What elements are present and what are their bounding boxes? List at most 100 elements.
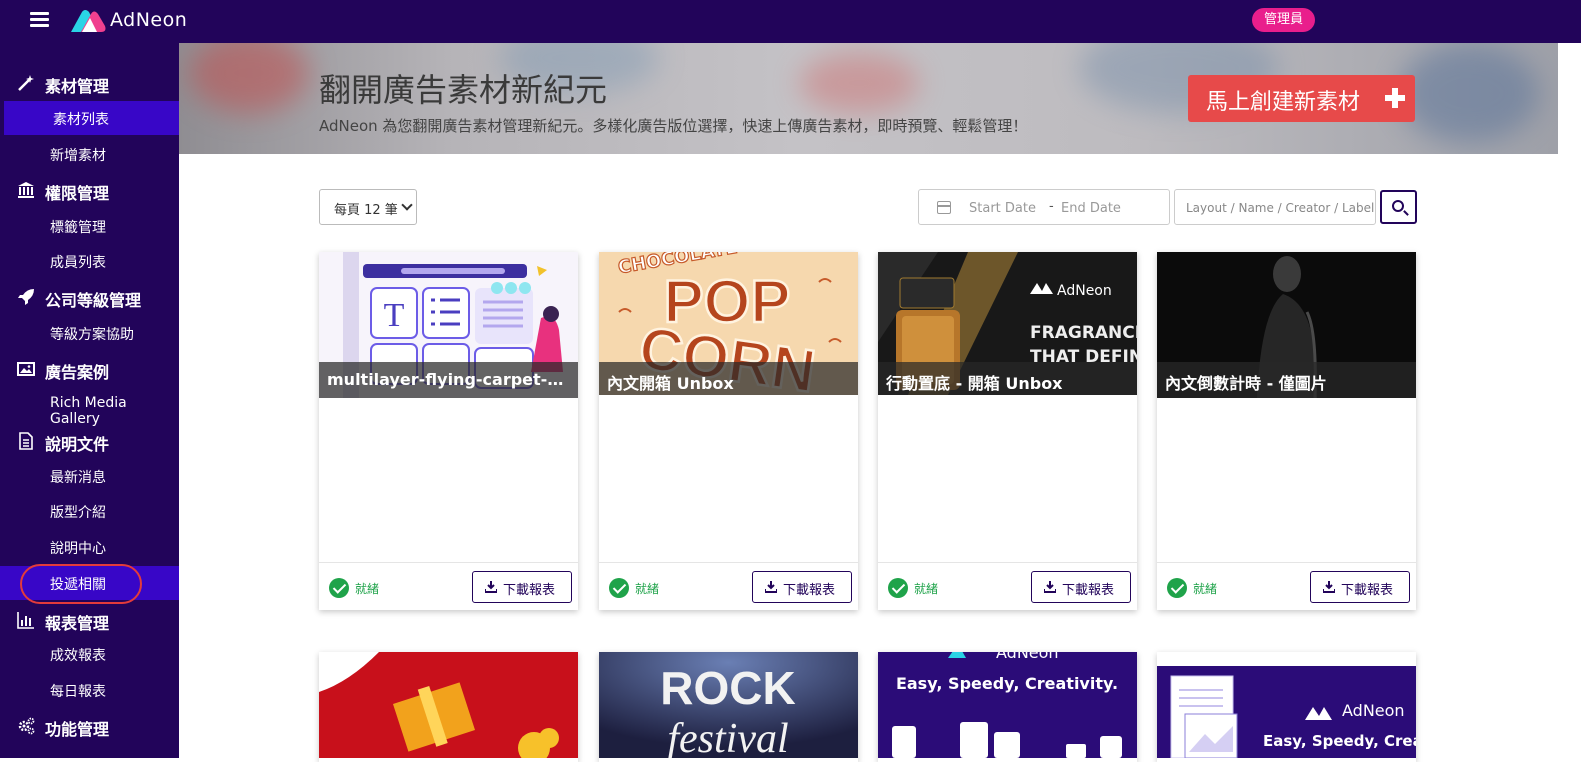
sidebar-item-label: 成員列表 <box>50 255 106 271</box>
check-circle-icon <box>329 578 349 598</box>
check-circle-icon <box>888 578 908 598</box>
start-date-input[interactable]: Start Date <box>969 201 1036 216</box>
material-card[interactable]: AdNeon Easy, Speedy, Creativ <box>1157 652 1445 762</box>
sidebar-item-label: 說明中心 <box>50 541 106 557</box>
bank-icon <box>18 182 34 198</box>
sidebar-section-label: 權限管理 <box>45 184 110 203</box>
download-report-label: 下載報表 <box>1341 583 1394 598</box>
sidebar-section-ad-cases[interactable]: 廣告案例 <box>0 351 179 387</box>
sidebar-item-latest-news[interactable]: 最新消息 <box>0 459 179 493</box>
card-thumbnail[interactable]: T multilayer-flying-carpet-com... <box>319 252 578 398</box>
highlight-circle <box>20 564 142 604</box>
download-icon <box>1044 581 1056 593</box>
page-subtitle: AdNeon 為您翻開廣告素材管理新紀元。多樣化廣告版位選擇，快速上傳廣告素材，… <box>319 117 1028 135</box>
create-material-button[interactable]: 馬上創建新素材 <box>1188 75 1415 122</box>
material-card[interactable]: AdNeon Easy, Speedy, Creativity. <box>878 643 1137 762</box>
rocket-icon <box>18 289 34 305</box>
sidebar-item-help-center[interactable]: 說明中心 <box>0 530 179 564</box>
sidebar-item-label: 標籤管理 <box>50 220 106 236</box>
sidebar-section-label: 說明文件 <box>45 435 110 454</box>
gears-icon <box>18 717 35 735</box>
date-range-picker[interactable]: Start Date - End Date <box>918 189 1170 225</box>
search-placeholder: Layout / Name / Creator / Label <box>1186 201 1375 215</box>
sidebar-section-label: 功能管理 <box>45 720 110 739</box>
thumb-text: AdNeon <box>996 652 1059 662</box>
sidebar-item-label: 每日報表 <box>50 684 106 700</box>
download-report-button[interactable]: 下載報表 <box>1031 571 1131 603</box>
thumb-text: AdNeon <box>1342 701 1405 720</box>
card-footer: 就緒 下載報表 <box>1157 562 1416 610</box>
download-report-label: 下載報表 <box>783 583 836 598</box>
document-icon <box>19 432 33 450</box>
sidebar-item-add-material[interactable]: 新增素材 <box>0 137 179 171</box>
sidebar-item-material-list[interactable]: 素材列表 <box>4 101 179 135</box>
card-thumbnail[interactable]: 內文倒數計時 - 僅圖片 <box>1157 252 1416 398</box>
search-input[interactable]: Layout / Name / Creator / Label <box>1174 189 1376 225</box>
sidebar-item-tag-management[interactable]: 標籤管理 <box>0 209 179 243</box>
sidebar-section-label: 廣告案例 <box>45 363 110 382</box>
material-card[interactable]: ROCK festival <box>599 652 858 762</box>
check-circle-icon <box>609 578 629 598</box>
download-report-label: 下載報表 <box>503 583 556 598</box>
sidebar-item-level-plan[interactable]: 等級方案協助 <box>0 316 179 350</box>
card-footer: 就緒 下載報表 <box>878 562 1137 610</box>
sidebar-section-reports[interactable]: 報表管理 <box>0 602 179 638</box>
sidebar-item-layout-intro[interactable]: 版型介紹 <box>0 494 179 528</box>
card-thumbnail[interactable]: AdNeon FRAGRANCES THAT DEFINES 行動置底 - 開箱… <box>878 252 1137 395</box>
role-badge[interactable]: 管理員 <box>1252 8 1315 32</box>
download-report-button[interactable]: 下載報表 <box>752 571 852 603</box>
image-icon <box>17 362 35 376</box>
material-card[interactable]: AdNeon FRAGRANCES THAT DEFINES 行動置底 - 開箱… <box>878 252 1137 610</box>
material-card[interactable]: CHOCOLATE POP CORN 內文開箱 Unbox 就緒 下載報表 <box>599 252 858 610</box>
chevron-down-icon <box>401 199 413 211</box>
search-button[interactable] <box>1380 190 1417 224</box>
card-title: multilayer-flying-carpet-com... <box>319 362 578 398</box>
sidebar-item-rich-media-gallery[interactable]: Rich Media Gallery <box>0 387 179 427</box>
sidebar-item-daily-report[interactable]: 每日報表 <box>0 673 179 707</box>
download-icon <box>765 581 777 593</box>
sidebar: 素材管理 素材列表 新增素材 權限管理 標籤管理 成員列表 公司等級管理 等級方… <box>0 43 179 758</box>
create-material-label: 馬上創建新素材 <box>1206 90 1361 115</box>
sidebar-item-label: 版型介紹 <box>50 505 106 521</box>
material-card[interactable]: T multilayer-flying-carpet-com... 就緒 下載報… <box>319 252 578 610</box>
card-thumbnail[interactable]: CHOCOLATE POP CORN 內文開箱 Unbox <box>599 252 858 395</box>
sidebar-section-docs[interactable]: 說明文件 <box>0 423 179 459</box>
sidebar-section-label: 素材管理 <box>45 77 110 96</box>
sidebar-item-member-list[interactable]: 成員列表 <box>0 244 179 278</box>
adneon-logo-icon[interactable] <box>67 6 107 36</box>
sidebar-section-permissions[interactable]: 權限管理 <box>0 172 179 208</box>
thumb-text: festival <box>667 716 788 758</box>
adneon-promo-illustration: AdNeon Easy, Speedy, Creativ <box>1157 652 1445 759</box>
thumb-text: Easy, Speedy, Creativity. <box>896 674 1118 693</box>
sidebar-item-performance-report[interactable]: 成效報表 <box>0 637 179 671</box>
hero-banner: 翻開廣告素材新紀元 AdNeon 為您翻開廣告素材管理新紀元。多樣化廣告版位選擇… <box>179 43 1558 154</box>
sidebar-section-material[interactable]: 素材管理 <box>0 65 179 101</box>
calendar-icon <box>937 201 951 214</box>
download-report-button[interactable]: 下載報表 <box>1310 571 1410 603</box>
sidebar-section-company-level[interactable]: 公司等級管理 <box>0 279 179 315</box>
check-circle-icon <box>1167 578 1187 598</box>
card-footer: 就緒 下載報表 <box>319 562 578 610</box>
download-report-button[interactable]: 下載報表 <box>472 571 572 603</box>
thumb-text: ROCK <box>660 662 795 714</box>
top-navbar: AdNeon 管理員 <box>0 0 1581 43</box>
search-icon <box>1392 200 1404 212</box>
logo-text[interactable]: AdNeon <box>110 9 187 31</box>
magic-wand-icon <box>18 75 34 91</box>
sidebar-section-label: 報表管理 <box>45 614 110 633</box>
hamburger-menu-icon[interactable] <box>30 12 49 28</box>
card-title: 內文倒數計時 - 僅圖片 <box>1157 362 1416 398</box>
status-badge: 就緒 <box>1193 582 1218 596</box>
page-title: 翻開廣告素材新紀元 <box>319 71 608 109</box>
material-card[interactable]: 內文倒數計時 - 僅圖片 就緒 下載報表 <box>1157 252 1416 610</box>
thumb-text: Easy, Speedy, Creativ <box>1263 732 1416 750</box>
end-date-input[interactable]: End Date <box>1061 201 1121 216</box>
sidebar-item-label: 等級方案協助 <box>50 327 134 343</box>
material-card[interactable] <box>319 652 578 762</box>
sidebar-section-features[interactable]: 功能管理 <box>0 708 179 744</box>
status-badge: 就緒 <box>635 582 660 596</box>
card-title: 行動置底 - 開箱 Unbox <box>878 362 1137 395</box>
per-page-select[interactable]: 每頁 12 筆 <box>319 189 417 225</box>
download-icon <box>485 581 497 593</box>
thumb-text: FRAGRANCES <box>1030 323 1137 343</box>
